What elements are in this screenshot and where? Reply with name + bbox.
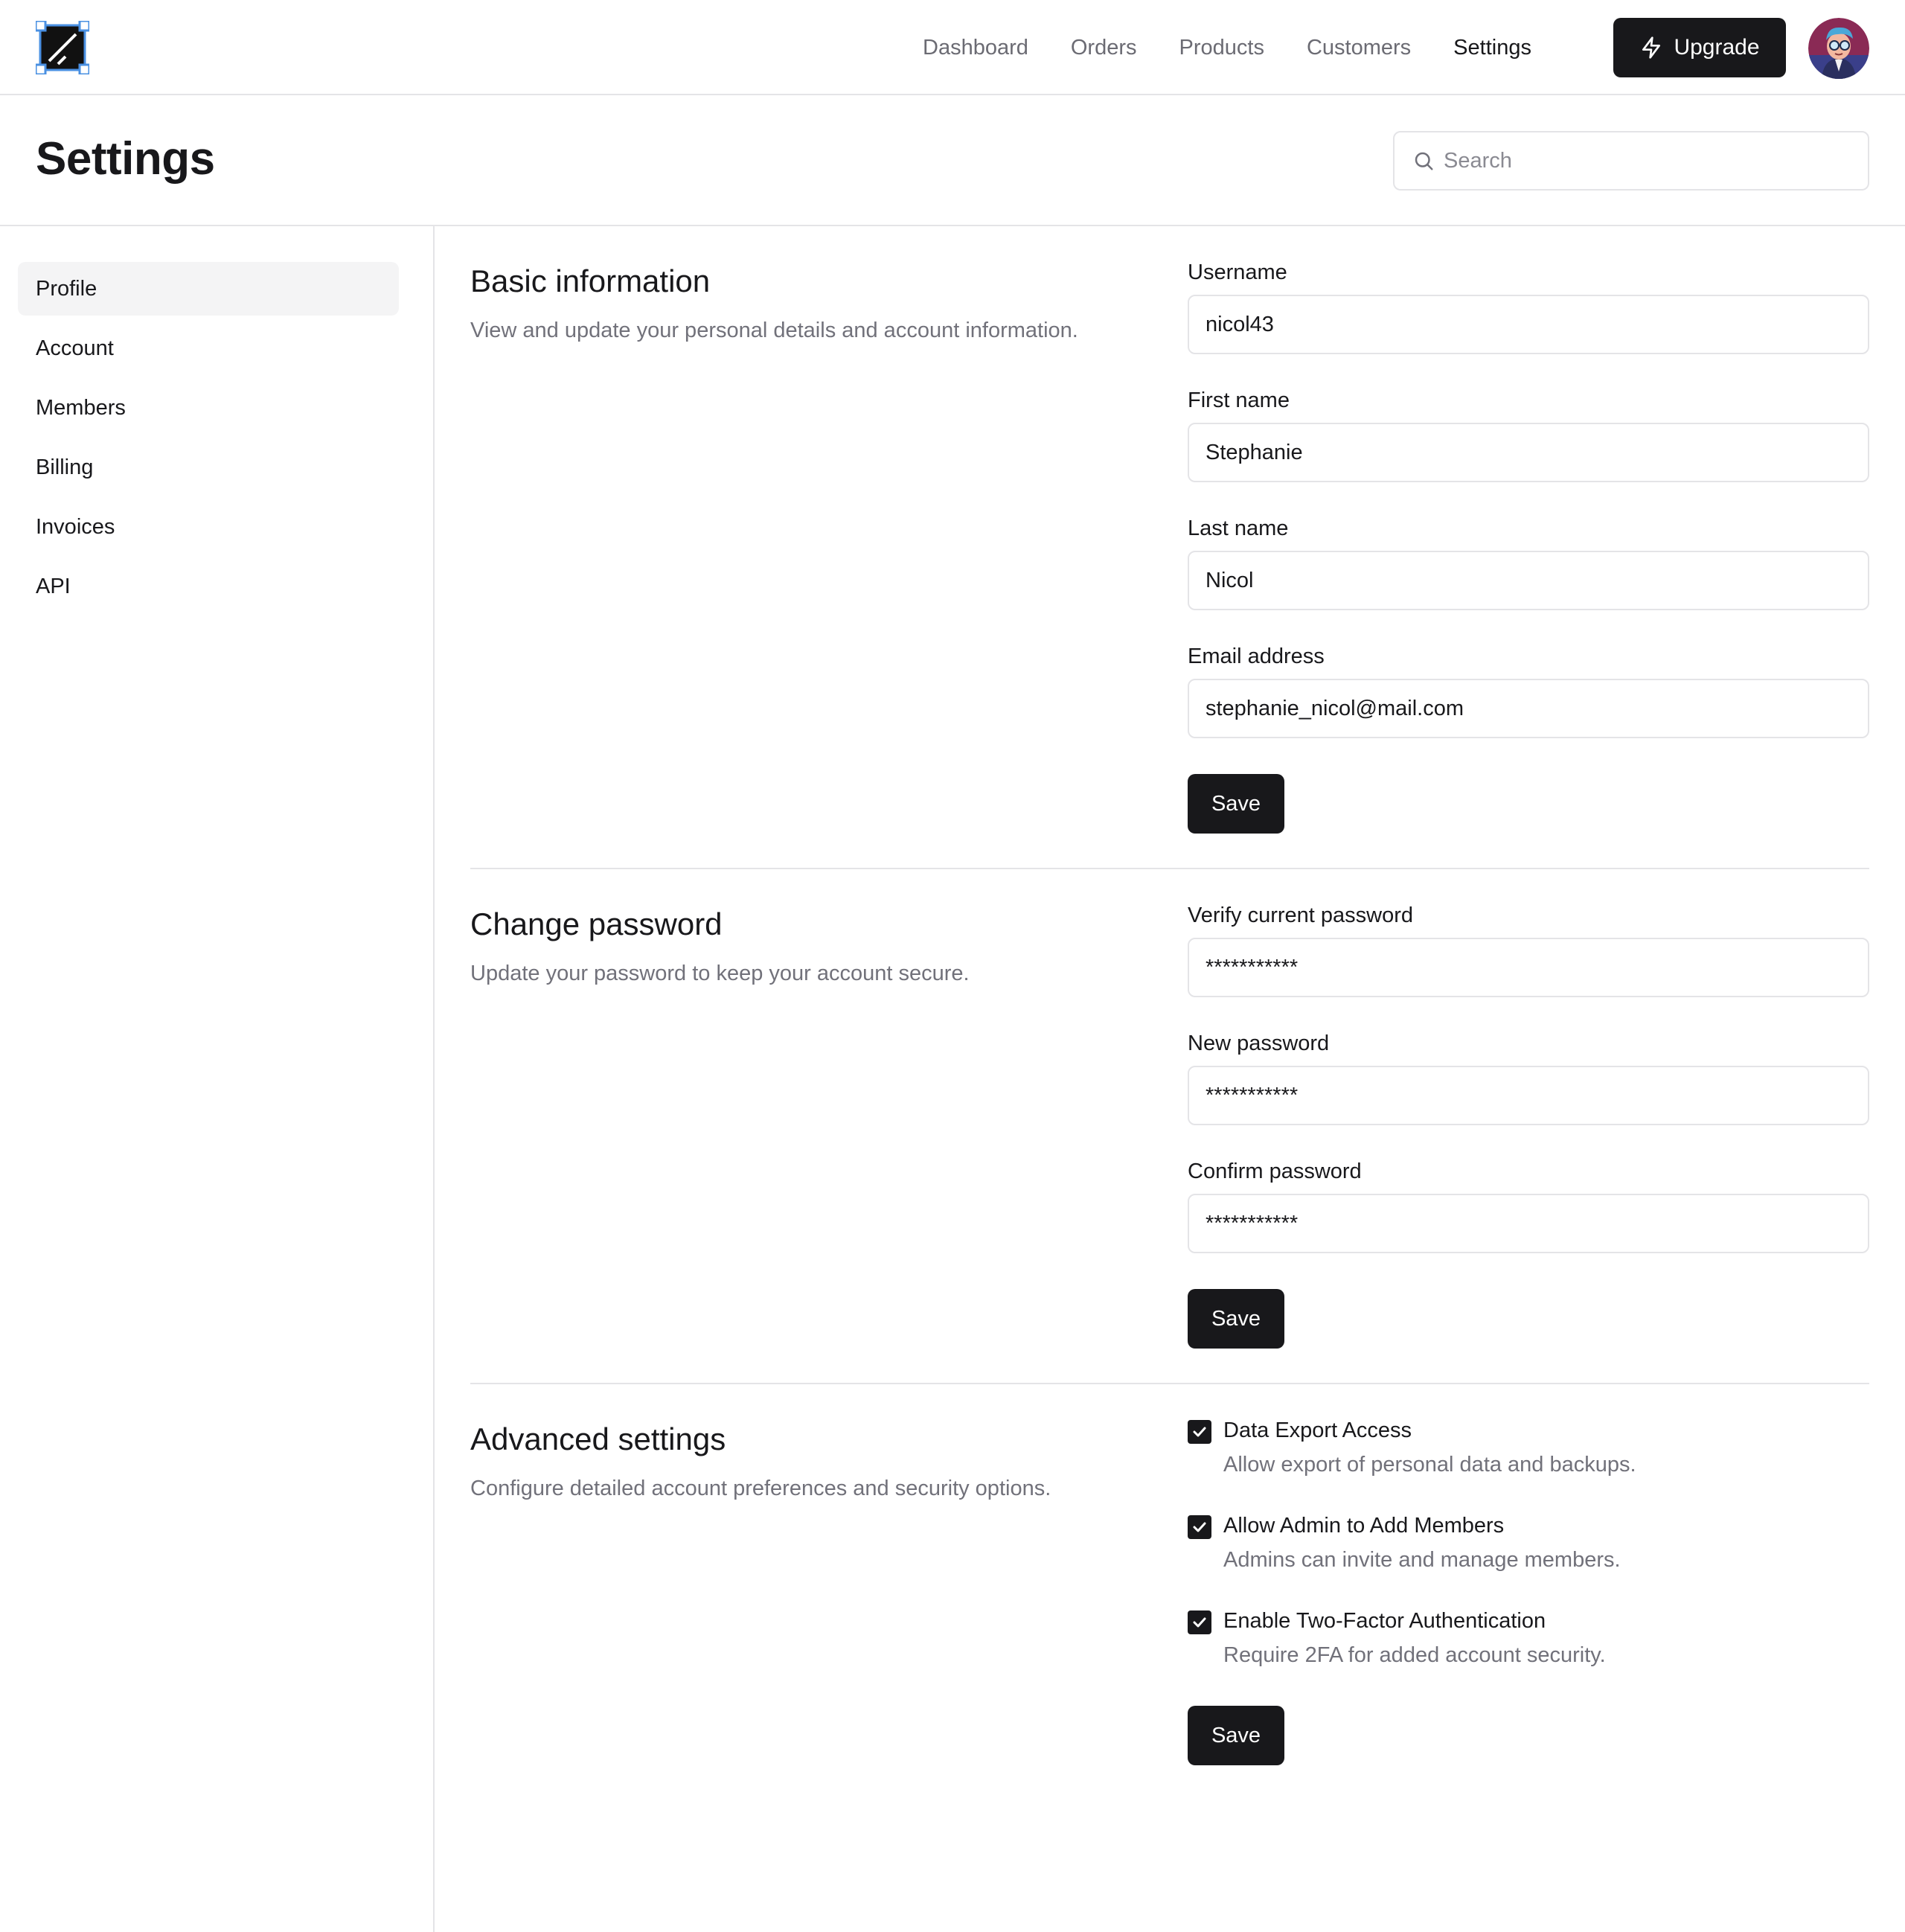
current-password-label: Verify current password (1188, 903, 1414, 927)
nav-links: Dashboard Orders Products Customers Sett… (923, 0, 1574, 95)
upgrade-button[interactable]: Upgrade (1613, 18, 1786, 77)
two-factor-checkbox[interactable] (1188, 1610, 1211, 1634)
save-advanced-settings-button[interactable]: Save (1188, 1706, 1284, 1765)
data-export-label: Data Export Access (1223, 1418, 1412, 1442)
top-navigation: Dashboard Orders Products Customers Sett… (0, 0, 1905, 95)
nav-link-customers[interactable]: Customers (1307, 36, 1411, 60)
email-label: Email address (1188, 644, 1325, 668)
search-box[interactable] (1393, 131, 1869, 191)
first-name-label: First name (1188, 388, 1290, 412)
avatar[interactable] (1808, 18, 1869, 79)
change-password-description: Update your password to keep your accoun… (470, 962, 970, 985)
admin-add-members-description: Admins can invite and manage members. (1223, 1548, 1621, 1572)
sidebar-item-billing[interactable]: Billing (18, 441, 399, 494)
basic-info-description: View and update your personal details an… (470, 319, 1078, 342)
upgrade-label: Upgrade (1674, 35, 1760, 60)
last-name-label: Last name (1188, 516, 1289, 540)
current-password-field[interactable] (1188, 938, 1869, 997)
sidebar-item-members[interactable]: Members (18, 381, 399, 435)
first-name-field[interactable] (1188, 423, 1869, 482)
confirm-password-field[interactable] (1188, 1194, 1869, 1253)
data-export-checkbox[interactable] (1188, 1420, 1211, 1444)
new-password-label: New password (1188, 1031, 1330, 1055)
nav-link-settings[interactable]: Settings (1453, 36, 1531, 60)
section-divider (470, 868, 1869, 869)
sidebar-item-invoices[interactable]: Invoices (18, 500, 399, 554)
nav-link-orders[interactable]: Orders (1071, 36, 1137, 60)
admin-add-members-checkbox[interactable] (1188, 1515, 1211, 1539)
data-export-description: Allow export of personal data and backup… (1223, 1453, 1636, 1477)
two-factor-label: Enable Two-Factor Authentication (1223, 1609, 1546, 1633)
last-name-field[interactable] (1188, 551, 1869, 610)
basic-info-title: Basic information (470, 263, 711, 298)
section-divider (470, 1383, 1869, 1384)
lightning-icon (1642, 36, 1661, 59)
admin-add-members-label: Allow Admin to Add Members (1223, 1514, 1505, 1538)
checkmark-icon (1193, 1617, 1206, 1628)
sidebar-item-profile[interactable]: Profile (18, 262, 399, 316)
save-basic-info-button[interactable]: Save (1188, 774, 1284, 834)
confirm-password-label: Confirm password (1188, 1159, 1362, 1183)
checkmark-icon (1193, 1427, 1206, 1437)
advanced-settings-title: Advanced settings (470, 1421, 726, 1456)
username-label: Username (1188, 260, 1287, 284)
email-field[interactable] (1188, 679, 1869, 738)
username-field[interactable] (1188, 295, 1869, 354)
search-input[interactable] (1444, 148, 1831, 173)
change-password-title: Change password (470, 906, 723, 941)
nav-link-dashboard[interactable]: Dashboard (923, 36, 1028, 60)
nav-link-products[interactable]: Products (1179, 36, 1264, 60)
sidebar-item-account[interactable]: Account (18, 322, 399, 375)
advanced-settings-description: Configure detailed account preferences a… (470, 1477, 1051, 1500)
page-title: Settings (36, 133, 215, 185)
search-icon (1415, 152, 1433, 170)
two-factor-description: Require 2FA for added account security. (1223, 1643, 1606, 1667)
save-password-button[interactable]: Save (1188, 1289, 1284, 1349)
sidebar-item-api[interactable]: API (18, 560, 399, 613)
app-logo-icon[interactable] (34, 19, 91, 76)
checkmark-icon (1193, 1522, 1206, 1532)
page-header: Settings (0, 95, 1905, 226)
new-password-field[interactable] (1188, 1066, 1869, 1125)
settings-sidebar: Profile Account Members Billing Invoices… (0, 226, 435, 1932)
